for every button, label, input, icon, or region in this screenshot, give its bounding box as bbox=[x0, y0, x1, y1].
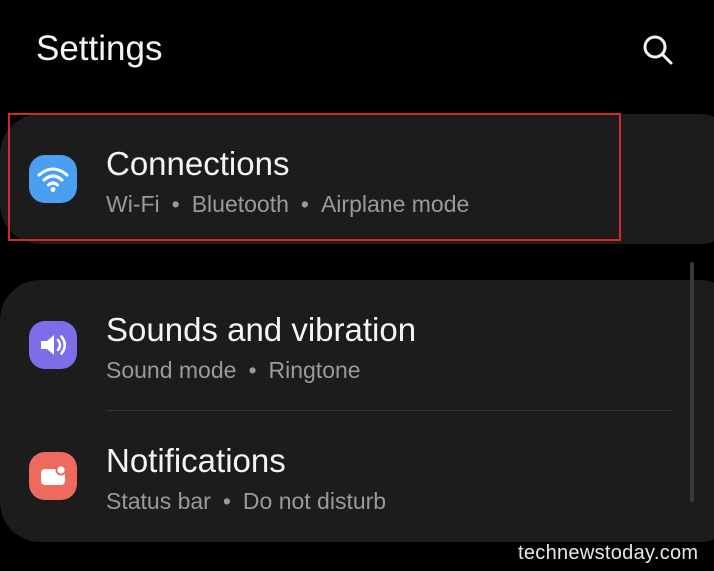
separator-dot: • bbox=[248, 357, 257, 383]
subtitle-bluetooth: Bluetooth bbox=[191, 191, 289, 217]
subtitle-do-not-disturb: Do not disturb bbox=[242, 488, 387, 514]
scrollbar[interactable] bbox=[690, 262, 694, 502]
settings-item-connections[interactable]: Connections Wi-Fi • Bluetooth • Airplane mod… bbox=[0, 114, 714, 244]
search-icon bbox=[643, 35, 673, 65]
subtitle-ringtone: Ringtone bbox=[268, 357, 361, 383]
sounds-subtitle: Sound mode • Ringtone bbox=[106, 355, 361, 385]
subtitle-airplane-mode: Airplane mode bbox=[320, 191, 470, 217]
wifi-icon bbox=[29, 155, 77, 203]
settings-item-sounds[interactable]: Sounds and vibration Sound mode • Ringtone bbox=[0, 280, 714, 410]
subtitle-sound-mode: Sound mode bbox=[106, 357, 237, 383]
search-button[interactable] bbox=[638, 30, 678, 70]
watermark: technewstoday.com bbox=[518, 542, 699, 564]
settings-screen: Settings Connections Wi-Fi • Bluetooth • Air… bbox=[0, 0, 714, 571]
separator-dot: • bbox=[171, 191, 180, 217]
separator-dot: • bbox=[300, 191, 309, 217]
connections-subtitle: Wi-Fi • Bluetooth • Airplane mode bbox=[106, 189, 469, 219]
notification-icon bbox=[29, 452, 77, 500]
notifications-subtitle: Status bar • Do not disturb bbox=[106, 486, 386, 516]
subtitle-wifi: Wi-Fi bbox=[106, 191, 160, 217]
settings-item-notifications[interactable]: Notifications Status bar • Do not disturb bbox=[0, 411, 714, 541]
sounds-title: Sounds and vibration bbox=[106, 311, 417, 348]
separator-dot: • bbox=[222, 488, 231, 514]
page-title: Settings bbox=[36, 29, 163, 68]
notifications-title: Notifications bbox=[106, 442, 286, 479]
speaker-icon bbox=[29, 321, 77, 369]
connections-title: Connections bbox=[106, 145, 290, 182]
subtitle-status-bar: Status bar bbox=[106, 488, 211, 514]
